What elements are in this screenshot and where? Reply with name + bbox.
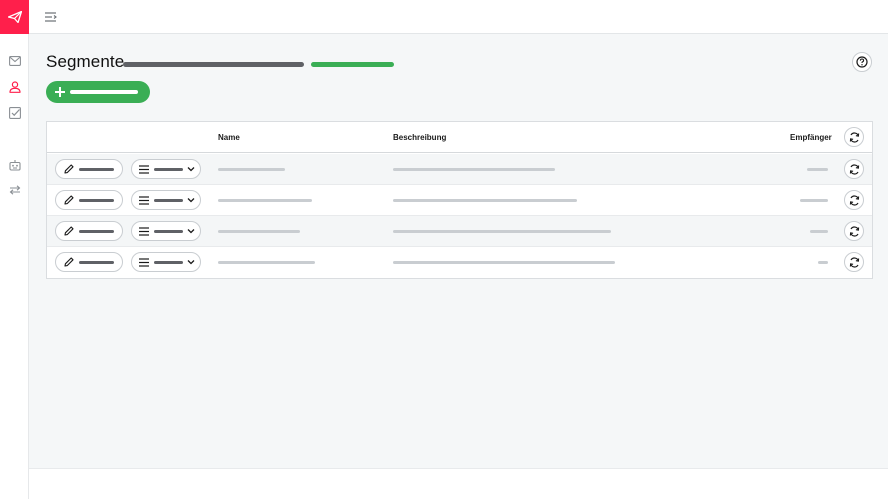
segment-actions-dropdown[interactable] — [131, 252, 201, 272]
chevron-down-icon — [187, 229, 195, 234]
refresh-all-button[interactable] — [844, 127, 864, 147]
segment-name-placeholder — [218, 168, 285, 171]
logo[interactable] — [0, 0, 29, 34]
edit-segment-button[interactable] — [55, 252, 123, 272]
segment-name-placeholder — [218, 230, 300, 233]
paper-plane-icon — [7, 11, 22, 23]
transfer-arrows-icon — [9, 184, 20, 195]
segment-actions-dropdown[interactable] — [131, 190, 201, 210]
sidebar-item-tasks[interactable] — [7, 105, 22, 120]
add-segment-button[interactable] — [46, 81, 150, 103]
chevron-down-icon — [187, 198, 195, 203]
sidebar-item-integrations[interactable] — [7, 182, 22, 197]
column-header-description[interactable]: Beschreibung — [393, 133, 446, 142]
segment-actions-dropdown[interactable] — [131, 221, 201, 241]
robot-icon — [8, 159, 21, 171]
refresh-icon — [849, 163, 859, 175]
sidebar — [0, 0, 29, 499]
refresh-icon — [849, 131, 859, 143]
actions-label-placeholder — [154, 198, 183, 202]
segment-recipients-placeholder — [818, 261, 828, 264]
actions-label-placeholder — [154, 229, 183, 233]
sidebar-item-mail[interactable] — [7, 53, 22, 68]
table-header: Name Beschreibung Empfänger — [47, 122, 872, 153]
menu-collapse-icon — [45, 12, 57, 22]
refresh-icon — [849, 194, 859, 206]
list-icon — [139, 257, 149, 267]
column-header-name[interactable]: Name — [218, 133, 240, 142]
checkbox-icon — [8, 106, 21, 119]
refresh-segment-button[interactable] — [844, 221, 864, 241]
edit-label-placeholder — [79, 198, 114, 202]
page-title: Segmente — [46, 52, 125, 71]
actions-label-placeholder — [154, 260, 183, 264]
pencil-icon — [64, 195, 74, 205]
title-placeholder — [123, 62, 304, 67]
segment-description-placeholder — [393, 230, 611, 233]
chevron-down-icon — [187, 167, 195, 172]
refresh-icon — [849, 256, 859, 268]
menu-toggle-button[interactable] — [44, 10, 58, 24]
column-header-recipients[interactable]: Empfänger — [790, 133, 832, 142]
segment-recipients-placeholder — [810, 230, 828, 233]
main-content: Segmente Name Beschreibung Empfänger — [29, 34, 888, 468]
help-circle-icon — [856, 56, 868, 68]
edit-label-placeholder — [79, 167, 114, 171]
user-icon — [8, 80, 21, 93]
pencil-icon — [64, 257, 74, 267]
chevron-down-icon — [187, 260, 195, 265]
refresh-icon — [849, 225, 859, 237]
segments-table: Name Beschreibung Empfänger — [46, 121, 873, 279]
segment-name-placeholder — [218, 261, 315, 264]
refresh-segment-button[interactable] — [844, 190, 864, 210]
sidebar-item-contacts[interactable] — [7, 79, 22, 94]
segment-recipients-placeholder — [807, 168, 828, 171]
actions-label-placeholder — [154, 167, 183, 171]
segment-description-placeholder — [393, 168, 555, 171]
add-segment-label-placeholder — [70, 90, 138, 94]
title-link-placeholder[interactable] — [311, 62, 394, 67]
table-row — [47, 216, 872, 247]
edit-label-placeholder — [79, 260, 114, 264]
segment-recipients-placeholder — [800, 199, 828, 202]
help-button[interactable] — [852, 52, 872, 72]
top-bar — [29, 0, 888, 34]
footer — [29, 468, 888, 499]
segment-actions-dropdown[interactable] — [131, 159, 201, 179]
table-row — [47, 154, 872, 185]
list-icon — [139, 226, 149, 236]
edit-segment-button[interactable] — [55, 190, 123, 210]
edit-segment-button[interactable] — [55, 221, 123, 241]
pencil-icon — [64, 226, 74, 236]
sidebar-item-automation[interactable] — [7, 157, 22, 172]
pencil-icon — [64, 164, 74, 174]
mail-icon — [8, 55, 21, 66]
edit-segment-button[interactable] — [55, 159, 123, 179]
plus-icon — [55, 87, 65, 97]
list-icon — [139, 195, 149, 205]
segment-description-placeholder — [393, 199, 577, 202]
segment-name-placeholder — [218, 199, 312, 202]
segment-description-placeholder — [393, 261, 615, 264]
table-row — [47, 185, 872, 216]
list-icon — [139, 164, 149, 174]
table-row — [47, 247, 872, 278]
edit-label-placeholder — [79, 229, 114, 233]
refresh-segment-button[interactable] — [844, 252, 864, 272]
refresh-segment-button[interactable] — [844, 159, 864, 179]
